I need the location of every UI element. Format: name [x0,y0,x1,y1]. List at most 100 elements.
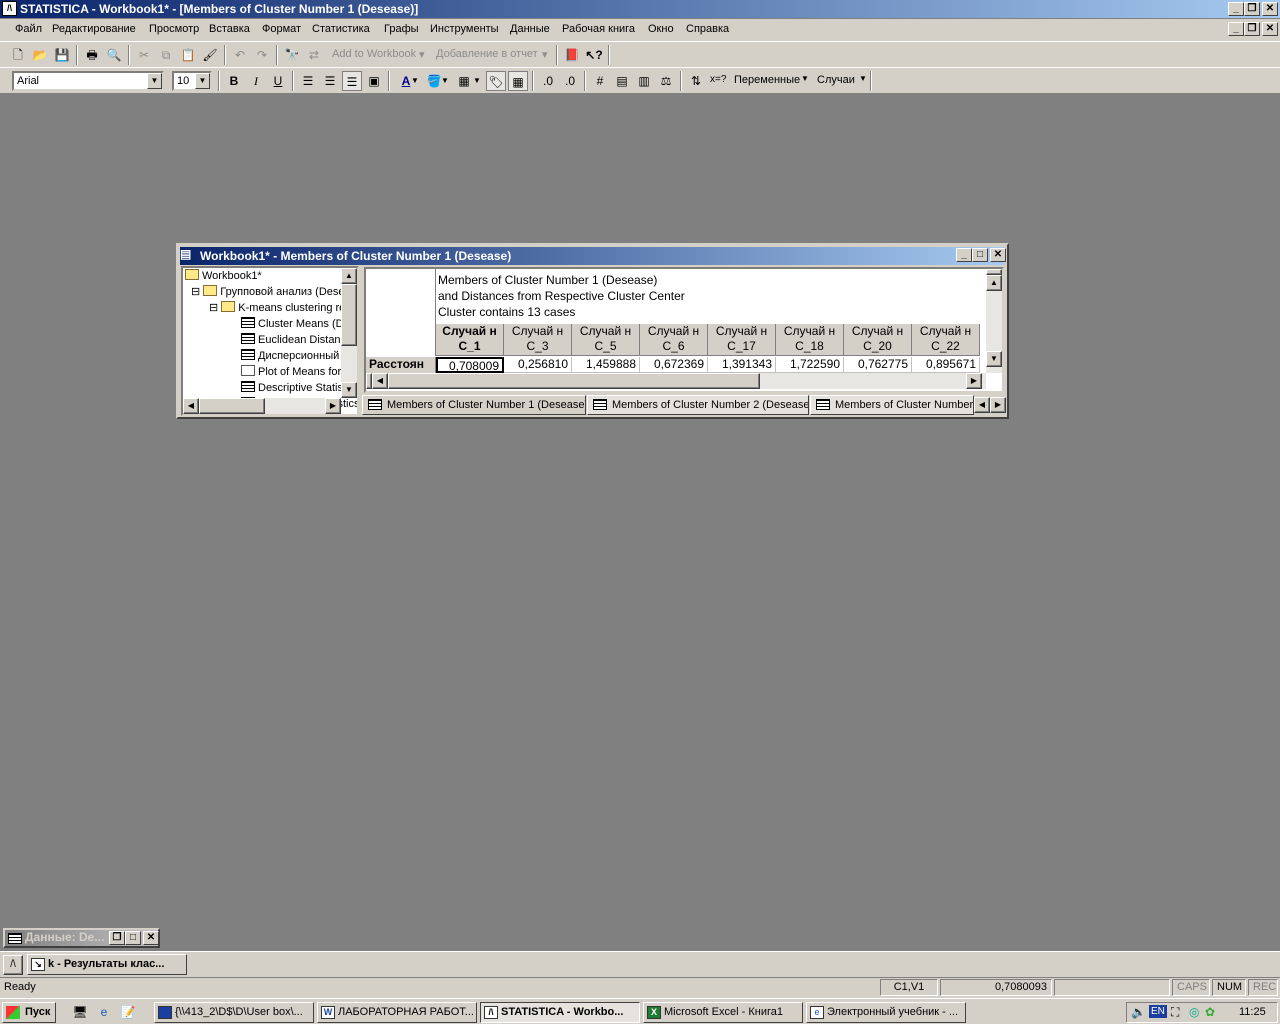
add-to-workbook-button[interactable]: Add to Workbook [332,48,416,60]
print-preview-icon[interactable]: 🔍 [104,45,124,65]
scroll-right-icon[interactable]: ▶ [325,398,341,414]
cases-icon[interactable]: # [590,71,610,91]
spreadsheet-icon[interactable]: ▥ [634,71,654,91]
tree-item-workbook[interactable]: Workbook1* [185,269,262,282]
column-header[interactable]: Случай н C_1 [436,324,504,356]
scroll-thumb[interactable] [199,398,265,414]
format-cells-icon[interactable]: ▣ [364,71,384,91]
cut-icon[interactable]: ✂ [134,45,154,65]
new-icon[interactable]: 🗋 [8,45,28,65]
menu-edit[interactable]: Редактирование [52,23,136,35]
variables-menu-button[interactable]: Переменные [734,74,800,86]
align-right-icon[interactable]: ☰ [342,71,362,91]
italic-button[interactable]: I [246,71,266,91]
menu-view[interactable]: Просмотр [149,23,199,35]
menu-workbook[interactable]: Рабочая книга [562,23,635,35]
taskbar-button-statistica[interactable]: /\ STATISTICA - Workbo... [480,1002,640,1023]
data-cell-selected[interactable]: 0,708009 [436,357,504,373]
tab-cluster-3[interactable]: Members of Cluster Number 3 (Desease) [810,395,974,415]
column-header[interactable]: Случай н C_18 [776,324,844,356]
clock[interactable]: 11:25 [1239,1006,1266,1018]
format-painter-icon[interactable]: 🖌 [200,45,220,65]
sort-icon[interactable]: ⇅ [686,71,706,91]
child-close-button[interactable]: ✕ [1262,22,1278,36]
restore-button[interactable]: ❐ [1244,2,1260,16]
copy-icon[interactable]: ⧉ [156,45,176,65]
menu-help[interactable]: Справка [686,23,729,35]
chevron-down-icon[interactable]: ▼ [195,73,210,89]
menu-data[interactable]: Данные [510,23,550,35]
scroll-down-icon[interactable]: ▼ [341,382,357,398]
tab-scroll-right-icon[interactable]: ▶ [990,397,1006,413]
workbook-maximize-button[interactable]: □ [972,248,988,262]
data-cell[interactable]: 0,256810 [504,357,572,373]
tray-app-icon[interactable]: ✿ [1205,1005,1215,1019]
column-header[interactable]: Случай н C_22 [912,324,980,356]
start-button[interactable]: Пуск [2,1002,56,1023]
underline-button[interactable]: U [268,71,288,91]
save-icon[interactable]: 💾 [52,45,72,65]
grid-icon[interactable]: ▦ [508,71,528,91]
align-center-icon[interactable]: ☰ [320,71,340,91]
add-to-report-button[interactable]: Добавление в отчет [436,48,538,60]
print-icon[interactable]: 🖶 [82,45,102,65]
menu-file[interactable]: Файл [15,23,42,35]
tab-cluster-1[interactable]: Members of Cluster Number 1 (Desease) [362,395,586,415]
workbook-window-title-bar[interactable]: ▤ Workbook1* - Members of Cluster Number… [180,247,1006,265]
increase-decimal-icon[interactable]: .0 [538,71,558,91]
help-icon[interactable]: ↖? [584,45,604,65]
close-button[interactable]: ✕ [143,931,159,945]
restore-button[interactable]: ❐ [109,931,125,945]
open-icon[interactable]: 📂 [30,45,50,65]
scroll-left-icon[interactable]: ◀ [372,373,388,389]
taskbar-button-word[interactable]: W ЛАБОРАТОРНАЯ РАБОТ... [317,1002,477,1023]
maximize-button[interactable]: □ [125,931,141,945]
tree-item-cluster-analysis[interactable]: ⊟ Групповой анализ (Desease) [191,285,357,298]
chevron-down-icon[interactable]: ▼ [147,73,162,89]
scroll-left-icon[interactable]: ◀ [183,398,199,414]
column-header[interactable]: Случай н C_3 [504,324,572,356]
bold-button[interactable]: B [224,71,244,91]
ie-icon[interactable]: e [94,1002,114,1022]
tree-item-kmeans[interactable]: ⊟ K-means clustering results [209,301,357,314]
statistica-icon[interactable]: /\ [3,955,23,975]
marking-icon[interactable]: 🏷 [486,71,506,91]
data-cell[interactable]: 1,459888 [572,357,640,373]
results-button[interactable]: ↘ k - Результаты клас... [27,954,187,975]
data-cell[interactable]: 0,762775 [844,357,912,373]
redo-icon[interactable]: ↷ [252,45,272,65]
menu-tools[interactable]: Инструменты [430,23,499,35]
tree-horizontal-scrollbar[interactable]: ◀ ▶ [183,398,341,414]
scroll-thumb[interactable] [388,373,760,389]
font-size-select[interactable]: 10 ▼ [172,71,212,91]
data-cell[interactable]: 1,391343 [708,357,776,373]
align-left-icon[interactable]: ☰ [298,71,318,91]
column-header[interactable]: Случай н C_5 [572,324,640,356]
taskbar-button-ie[interactable]: e Электронный учебник - ... [806,1002,966,1023]
show-desktop-icon[interactable]: 🖥 [70,1002,90,1022]
child-minimize-button[interactable]: _ [1228,22,1244,36]
close-button[interactable]: ✕ [1262,2,1278,16]
column-header[interactable]: Случай н C_17 [708,324,776,356]
antivirus-icon[interactable]: ◎ [1189,1005,1199,1019]
data-cell[interactable]: 1,722590 [776,357,844,373]
variables-icon[interactable]: ▤ [612,71,632,91]
decrease-decimal-icon[interactable]: .0 [560,71,580,91]
row-header[interactable]: Расстоян [366,357,436,373]
menu-insert[interactable]: Вставка [209,23,250,35]
minimize-button[interactable]: _ [1228,2,1244,16]
x-equals-button[interactable]: x=? [710,74,726,85]
statistics-icon[interactable]: ⚖ [656,71,676,91]
chevron-down-icon[interactable]: ▼ [472,71,482,91]
scroll-down-icon[interactable]: ▼ [986,351,1002,367]
network-icon[interactable]: ⛶ [1171,1005,1179,1020]
paste-icon[interactable]: 📋 [178,45,198,65]
workbook-close-button[interactable]: ✕ [990,248,1006,262]
sheet-horizontal-scrollbar[interactable]: ◀ ▶ [366,373,986,389]
taskbar-button-folder[interactable]: {\\413_2\D$\D\User box\... [154,1002,314,1023]
data-cell[interactable]: 0,895671 [912,357,980,373]
quick-launch-icon[interactable]: 📝 [118,1002,138,1022]
tab-scroll-left-icon[interactable]: ◀ [974,397,990,413]
column-header[interactable]: Случай н C_20 [844,324,912,356]
chevron-down-icon[interactable]: ▼ [410,71,420,91]
